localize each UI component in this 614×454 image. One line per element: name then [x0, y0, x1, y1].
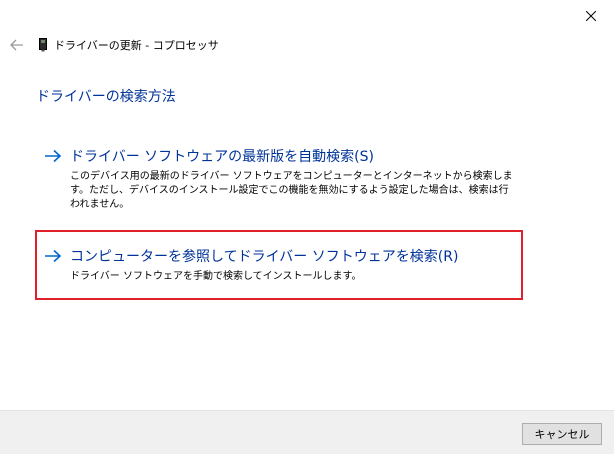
auto-search-description: このデバイス用の最新のドライバー ソフトウェアをコンピューターとインターネットか… — [70, 171, 513, 210]
browse-computer-option[interactable]: コンピューターを参照してドライバー ソフトウェアを検索(R) ドライバー ソフト… — [44, 246, 514, 284]
browse-computer-description: ドライバー ソフトウェアを手動で検索してインストールします。 — [70, 271, 362, 282]
window-title: ドライバーの更新 - コプロセッサ — [54, 39, 219, 52]
close-icon — [585, 6, 597, 25]
arrow-right-icon — [44, 148, 64, 164]
device-icon — [38, 38, 48, 52]
back-arrow-icon — [10, 36, 24, 55]
page-heading: ドライバーの検索方法 — [36, 89, 176, 105]
back-button[interactable] — [8, 36, 26, 54]
auto-search-title: ドライバー ソフトウェアの最新版を自動検索(S) — [70, 149, 374, 165]
cancel-button[interactable]: キャンセル — [522, 423, 602, 445]
driver-update-window: ドライバーの更新 - コプロセッサ ドライバーの検索方法 ドライバー ソフトウェ… — [0, 0, 614, 454]
browse-computer-title: コンピューターを参照してドライバー ソフトウェアを検索(R) — [70, 249, 459, 265]
window-header: ドライバーの更新 - コプロセッサ — [8, 34, 219, 56]
auto-search-option[interactable]: ドライバー ソフトウェアの最新版を自動検索(S) このデバイス用の最新のドライバ… — [44, 146, 514, 212]
arrow-right-icon — [44, 248, 64, 264]
footer-bar: キャンセル — [0, 410, 614, 454]
close-button[interactable] — [568, 0, 614, 30]
